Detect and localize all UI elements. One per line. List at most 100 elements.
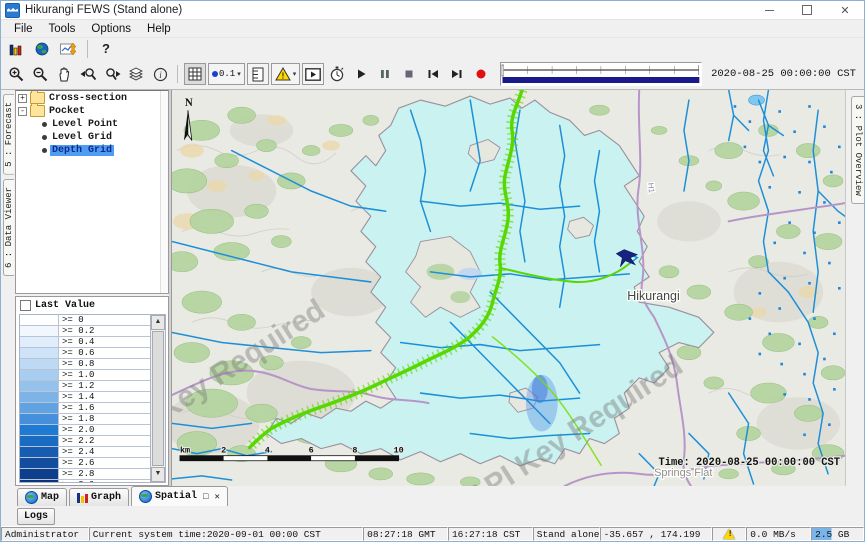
legend-label: >= 1.2 xyxy=(59,381,150,391)
tab-data-viewer[interactable]: 6 : Data Viewer xyxy=(3,179,14,276)
last-frame-button[interactable] xyxy=(446,63,468,85)
legend-row: >= 1.6 xyxy=(20,403,150,414)
legend-color-swatch xyxy=(20,447,59,457)
timeline-datetime: 2020-08-25 00:00:00 CST xyxy=(704,68,860,80)
tab-graph[interactable]: Graph xyxy=(69,488,129,506)
tab-plot-overview[interactable]: 3 : Plot Overview xyxy=(851,96,864,204)
profile-chart-icon[interactable] xyxy=(57,38,79,60)
bullet-icon xyxy=(42,122,47,127)
tab-restore-icon[interactable]: □ xyxy=(203,492,208,502)
tab-map[interactable]: Map xyxy=(17,488,67,506)
menu-options[interactable]: Options xyxy=(83,22,139,36)
bullet-icon xyxy=(42,135,47,140)
chevron-down-icon: ▾ xyxy=(237,70,241,78)
scrollbar-thumb[interactable] xyxy=(152,331,164,466)
tab-close-icon[interactable]: ✕ xyxy=(214,492,219,502)
globe-icon[interactable] xyxy=(31,38,53,60)
database-chart-icon[interactable] xyxy=(5,38,27,60)
info-button[interactable]: i xyxy=(149,63,171,85)
legend-row: >= 1.8 xyxy=(20,414,150,425)
svg-text:6: 6 xyxy=(309,446,314,456)
tree-item-label[interactable]: Depth Grid xyxy=(50,145,114,156)
legend-label: >= 2.2 xyxy=(59,436,150,446)
play-button[interactable] xyxy=(350,63,372,85)
app-window: Hikurangi FEWS (Stand alone) ✕ File Tool… xyxy=(0,0,865,542)
last-value-checkbox[interactable] xyxy=(20,300,31,311)
help-button[interactable]: ? xyxy=(96,41,116,56)
right-tab-strip: 3 : Plot Overview xyxy=(845,90,864,486)
warning-dropdown[interactable]: ! ▾ xyxy=(271,63,301,85)
svg-text:8: 8 xyxy=(352,446,357,456)
logs-button[interactable]: Logs xyxy=(17,508,55,525)
legend-row: >= 2.0 xyxy=(20,425,150,436)
legend-color-swatch xyxy=(20,381,59,391)
map-canvas[interactable]: API Key Required API Key Required N Hiku… xyxy=(171,90,845,486)
tree-item[interactable]: Level Grid xyxy=(18,131,168,143)
legend-row: >= 1.2 xyxy=(20,381,150,392)
legend-label: >= 1.6 xyxy=(59,403,150,413)
stop-button[interactable] xyxy=(398,63,420,85)
legend-scrollbar[interactable]: ▲ ▼ xyxy=(150,315,165,482)
layers-icon[interactable] xyxy=(125,63,147,85)
menu-tools[interactable]: Tools xyxy=(41,22,84,36)
tree-item-label[interactable]: Cross-section xyxy=(47,93,129,104)
legend-label: >= 2.8 xyxy=(59,469,150,479)
tree-item[interactable]: Level Point xyxy=(18,118,168,130)
legend-color-swatch xyxy=(20,403,59,413)
left-panel: + Cross-section - Pocket xyxy=(15,90,171,486)
threshold-dropdown[interactable]: 0.1 ▾ xyxy=(208,63,245,85)
tree-item-label[interactable]: Level Point xyxy=(50,119,120,130)
close-button[interactable]: ✕ xyxy=(826,1,864,19)
menu-bar: File Tools Options Help xyxy=(1,20,864,38)
first-frame-button[interactable] xyxy=(422,63,444,85)
main-toolbar: ? xyxy=(1,38,864,59)
legend-color-swatch xyxy=(20,359,59,369)
window-title: Hikurangi FEWS (Stand alone) xyxy=(25,4,182,16)
tree-item-label[interactable]: Level Grid xyxy=(50,132,114,143)
scale-legend-button[interactable] xyxy=(247,63,269,85)
scroll-down-icon[interactable]: ▼ xyxy=(151,467,165,482)
timeline-slider[interactable] xyxy=(500,62,702,86)
tab-forecast[interactable]: 5 : Forecast xyxy=(3,94,14,175)
scroll-up-icon[interactable]: ▲ xyxy=(151,315,165,330)
legend-color-swatch xyxy=(20,436,59,446)
stopwatch-icon[interactable] xyxy=(326,63,348,85)
record-button[interactable] xyxy=(470,63,492,85)
tree-scrollbar[interactable] xyxy=(160,91,168,293)
title-bar: Hikurangi FEWS (Stand alone) ✕ xyxy=(1,1,864,20)
bullet-icon xyxy=(42,148,47,153)
legend-color-swatch xyxy=(20,458,59,468)
tree-item[interactable]: + Cross-section xyxy=(18,92,168,104)
pan-hand-button[interactable] xyxy=(53,63,75,85)
movie-player-button[interactable] xyxy=(302,63,324,85)
zoom-in-button[interactable] xyxy=(5,63,27,85)
zoom-next-button[interactable] xyxy=(101,63,123,85)
town-label: Hikurangi xyxy=(627,289,679,303)
tab-spatial[interactable]: Spatial □ ✕ xyxy=(131,486,228,506)
tree-item[interactable]: Depth Grid xyxy=(18,144,168,156)
tree-expander-icon[interactable]: + xyxy=(18,94,27,103)
svg-text:10: 10 xyxy=(394,446,404,456)
tree-expander-icon[interactable]: - xyxy=(18,107,27,116)
maximize-button[interactable] xyxy=(788,1,826,19)
legend-label: >= 0.8 xyxy=(59,359,150,369)
pause-button[interactable] xyxy=(374,63,396,85)
status-user: Administrator xyxy=(1,527,89,541)
legend-table: >= 0 >= 0.2 >= 0.4 xyxy=(20,315,150,482)
grid-display-button[interactable] xyxy=(184,63,206,85)
legend-label: >= 2.6 xyxy=(59,458,150,468)
svg-text:2: 2 xyxy=(221,446,226,456)
legend-color-swatch xyxy=(20,348,59,358)
minimize-button[interactable] xyxy=(750,1,788,19)
status-network-speed: 0.0 MB/s xyxy=(746,527,811,541)
legend-panel: Last Value >= 0 >= 0.2 xyxy=(15,296,169,486)
zoom-out-button[interactable] xyxy=(29,63,51,85)
legend-color-swatch xyxy=(20,370,59,380)
tree-item[interactable]: - Pocket xyxy=(18,105,168,117)
tree-item-label[interactable]: Pocket xyxy=(47,106,87,117)
menu-help[interactable]: Help xyxy=(139,22,179,36)
status-memory: 2.5 GB xyxy=(811,527,864,541)
zoom-previous-button[interactable] xyxy=(77,63,99,85)
legend-row: >= 3.0 xyxy=(20,480,150,482)
menu-file[interactable]: File xyxy=(6,22,41,36)
